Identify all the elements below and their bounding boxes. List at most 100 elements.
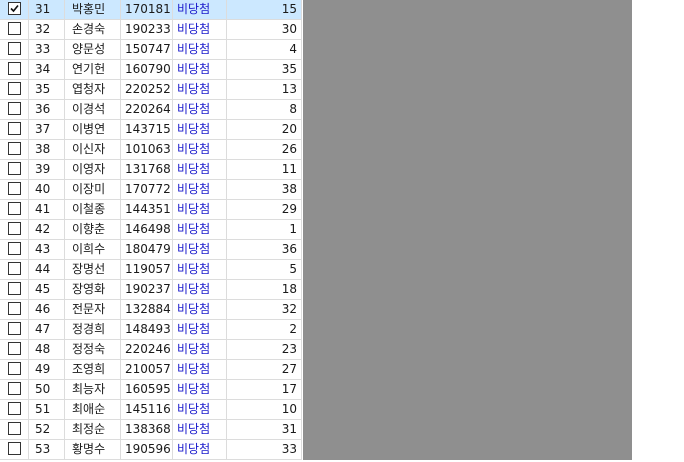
row-checkbox-cell bbox=[0, 40, 29, 59]
row-status: 비당첨 bbox=[173, 140, 227, 159]
row-checkbox[interactable] bbox=[8, 402, 21, 415]
row-code: 220252 bbox=[121, 80, 173, 99]
row-status: 비당첨 bbox=[173, 280, 227, 299]
table-row[interactable]: 37 이병연 143715 비당첨 20 bbox=[0, 120, 302, 140]
row-checkbox[interactable] bbox=[8, 422, 21, 435]
row-name: 연기헌 bbox=[65, 60, 121, 79]
row-name: 이경석 bbox=[65, 100, 121, 119]
table-row[interactable]: 46 전문자 132884 비당첨 32 bbox=[0, 300, 302, 320]
row-status: 비당첨 bbox=[173, 360, 227, 379]
table-row[interactable]: 51 최애순 145116 비당첨 10 bbox=[0, 400, 302, 420]
row-name: 이신자 bbox=[65, 140, 121, 159]
table-row[interactable]: 50 최능자 160595 비당첨 17 bbox=[0, 380, 302, 400]
row-checkbox-cell bbox=[0, 320, 29, 339]
row-status: 비당첨 bbox=[173, 20, 227, 39]
table-row[interactable]: 48 정정숙 220246 비당첨 23 bbox=[0, 340, 302, 360]
row-number: 31 bbox=[29, 0, 65, 19]
row-checkbox[interactable] bbox=[8, 262, 21, 275]
row-value: 31 bbox=[227, 420, 302, 439]
row-checkbox[interactable] bbox=[8, 162, 21, 175]
row-checkbox[interactable] bbox=[8, 202, 21, 215]
row-code: 190596 bbox=[121, 440, 173, 459]
row-checkbox[interactable] bbox=[8, 122, 21, 135]
table-row[interactable]: 32 손경숙 190233 비당첨 30 bbox=[0, 20, 302, 40]
row-checkbox-cell bbox=[0, 220, 29, 239]
row-number: 45 bbox=[29, 280, 65, 299]
row-checkbox[interactable] bbox=[8, 362, 21, 375]
row-code: 101063 bbox=[121, 140, 173, 159]
row-number: 39 bbox=[29, 160, 65, 179]
row-code: 180479 bbox=[121, 240, 173, 259]
row-value: 8 bbox=[227, 100, 302, 119]
row-value: 33 bbox=[227, 440, 302, 459]
table-row[interactable]: 53 황명수 190596 비당첨 33 bbox=[0, 440, 302, 460]
row-checkbox[interactable] bbox=[8, 182, 21, 195]
row-value: 29 bbox=[227, 200, 302, 219]
row-number: 37 bbox=[29, 120, 65, 139]
row-checkbox[interactable] bbox=[8, 242, 21, 255]
row-code: 190237 bbox=[121, 280, 173, 299]
row-value: 18 bbox=[227, 280, 302, 299]
table-row[interactable]: 40 이장미 170772 비당첨 38 bbox=[0, 180, 302, 200]
row-status: 비당첨 bbox=[173, 320, 227, 339]
table-row[interactable]: 45 장영화 190237 비당첨 18 bbox=[0, 280, 302, 300]
row-checkbox[interactable] bbox=[8, 442, 21, 455]
table-row[interactable]: 39 이영자 131768 비당첨 11 bbox=[0, 160, 302, 180]
row-value: 26 bbox=[227, 140, 302, 159]
row-value: 10 bbox=[227, 400, 302, 419]
table-row[interactable]: 31 박홍민 170181 비당첨 15 bbox=[0, 0, 302, 20]
checkmark-icon bbox=[10, 4, 19, 13]
row-checkbox[interactable] bbox=[8, 62, 21, 75]
row-checkbox[interactable] bbox=[8, 142, 21, 155]
table-row[interactable]: 42 이향춘 146498 비당첨 1 bbox=[0, 220, 302, 240]
row-value: 38 bbox=[227, 180, 302, 199]
row-number: 42 bbox=[29, 220, 65, 239]
table-row[interactable]: 38 이신자 101063 비당첨 26 bbox=[0, 140, 302, 160]
row-checkbox-cell bbox=[0, 420, 29, 439]
row-checkbox[interactable] bbox=[8, 302, 21, 315]
row-checkbox[interactable] bbox=[8, 2, 21, 15]
table-row[interactable]: 33 양문성 150747 비당첨 4 bbox=[0, 40, 302, 60]
row-checkbox[interactable] bbox=[8, 42, 21, 55]
row-status: 비당첨 bbox=[173, 240, 227, 259]
row-number: 49 bbox=[29, 360, 65, 379]
row-number: 52 bbox=[29, 420, 65, 439]
table-row[interactable]: 52 최정순 138368 비당첨 31 bbox=[0, 420, 302, 440]
table-row[interactable]: 43 이희수 180479 비당첨 36 bbox=[0, 240, 302, 260]
row-code: 220264 bbox=[121, 100, 173, 119]
row-status: 비당첨 bbox=[173, 340, 227, 359]
row-value: 30 bbox=[227, 20, 302, 39]
row-code: 119057 bbox=[121, 260, 173, 279]
table-row[interactable]: 49 조영희 210057 비당첨 27 bbox=[0, 360, 302, 380]
row-checkbox[interactable] bbox=[8, 282, 21, 295]
row-checkbox[interactable] bbox=[8, 82, 21, 95]
row-checkbox[interactable] bbox=[8, 22, 21, 35]
row-checkbox[interactable] bbox=[8, 382, 21, 395]
row-number: 32 bbox=[29, 20, 65, 39]
row-checkbox-cell bbox=[0, 400, 29, 419]
table-row[interactable]: 34 연기헌 160790 비당첨 35 bbox=[0, 60, 302, 80]
row-name: 황명수 bbox=[65, 440, 121, 459]
row-checkbox[interactable] bbox=[8, 102, 21, 115]
table-row[interactable]: 47 정경희 148493 비당첨 2 bbox=[0, 320, 302, 340]
row-checkbox[interactable] bbox=[8, 222, 21, 235]
row-checkbox[interactable] bbox=[8, 322, 21, 335]
row-checkbox-cell bbox=[0, 20, 29, 39]
table-row[interactable]: 35 엽청자 220252 비당첨 13 bbox=[0, 80, 302, 100]
row-value: 23 bbox=[227, 340, 302, 359]
row-name: 정경희 bbox=[65, 320, 121, 339]
table-row[interactable]: 36 이경석 220264 비당첨 8 bbox=[0, 100, 302, 120]
row-status: 비당첨 bbox=[173, 80, 227, 99]
table-row[interactable]: 41 이철종 144351 비당첨 29 bbox=[0, 200, 302, 220]
row-checkbox[interactable] bbox=[8, 342, 21, 355]
row-status: 비당첨 bbox=[173, 220, 227, 239]
row-checkbox-cell bbox=[0, 100, 29, 119]
row-number: 41 bbox=[29, 200, 65, 219]
row-name: 이병연 bbox=[65, 120, 121, 139]
row-value: 15 bbox=[227, 0, 302, 19]
row-value: 4 bbox=[227, 40, 302, 59]
row-checkbox-cell bbox=[0, 440, 29, 459]
table-row[interactable]: 44 장명선 119057 비당첨 5 bbox=[0, 260, 302, 280]
row-status: 비당첨 bbox=[173, 180, 227, 199]
row-status: 비당첨 bbox=[173, 160, 227, 179]
